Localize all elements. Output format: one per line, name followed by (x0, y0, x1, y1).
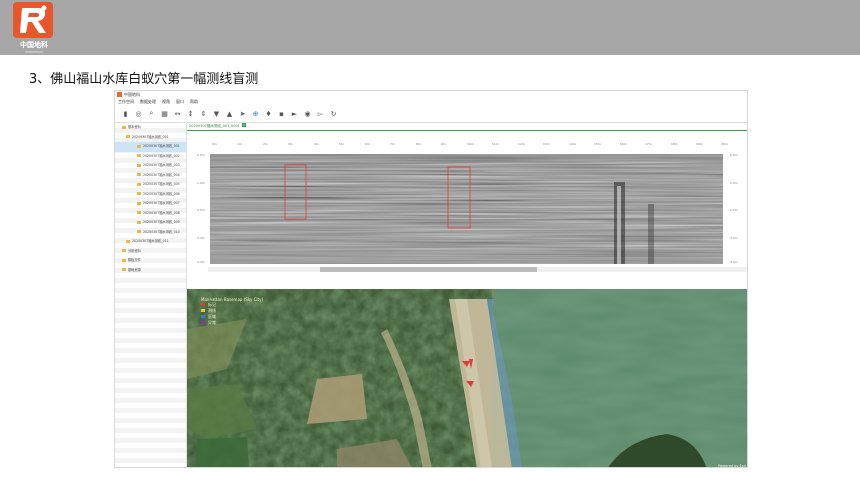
app-icon (117, 92, 122, 97)
project-tree: 基本资料 20200307福水测线_001 20200307福水测线_001 2… (115, 123, 187, 467)
window-title: 中国地科 (124, 92, 140, 97)
y-tick-label-right: 1.0m (730, 181, 738, 185)
x-tick-label: 14m (569, 142, 576, 146)
scrollbar-thumb[interactable] (320, 267, 537, 272)
x-tick-label: 11m (492, 142, 499, 146)
y-tick-label: 3.0m (197, 236, 205, 240)
gpr-radargram[interactable] (210, 154, 723, 264)
x-tick-label: 0m (212, 142, 217, 146)
menu-view[interactable]: 视角 (162, 98, 170, 105)
new-file-icon[interactable]: ▮ (119, 107, 132, 120)
x-tick-label: 4m (314, 142, 319, 146)
triangle-down-icon[interactable]: ▼ (210, 107, 223, 120)
x-tick-label: 18m (671, 142, 678, 146)
x-tick-label: 20m (721, 142, 728, 146)
crosshair-icon[interactable]: ⊕ (249, 107, 262, 120)
satellite-map[interactable]: Manhattan Basemap (Sky City) 标记 测线 区域 异常… (187, 289, 747, 468)
legend-item: 异常 (201, 320, 263, 326)
tab-radar-file[interactable]: 20200307福水测线_001_0001 (189, 124, 240, 128)
toolbar: ▮ ◎ ⌕ ▦ ↔ ↕ ⇕ ▼ ▲ ➤ ⊕ ♦ ▪ ► ◉ ▻ ↻ (115, 105, 747, 123)
y-tick-label-right: 2.0m (730, 208, 738, 212)
y-tick-label-right: 3.0m (730, 236, 738, 240)
x-tick-label: 1m (237, 142, 242, 146)
refresh-icon[interactable]: ↻ (327, 107, 340, 120)
slide-header-bar: 中国地科 ══════════ (0, 0, 860, 55)
pointer-icon[interactable]: ➤ (236, 107, 249, 120)
x-tick-label: 12m (518, 142, 525, 146)
eye-icon[interactable]: ◉ (301, 107, 314, 120)
menu-help[interactable]: 帮助 (190, 98, 198, 105)
tree-item[interactable]: 20200307福水测线_008 (115, 209, 186, 219)
cursor-icon[interactable]: ▻ (314, 107, 327, 120)
app-window: 中国地科 工作空间 数据处理 视角 窗口 帮助 ▮ ◎ ⌕ ▦ ↔ ↕ ⇕ ▼ … (114, 90, 748, 468)
tree-item-templates[interactable]: 模板文件 (115, 256, 186, 266)
y-tick-label-right: 4.0m (730, 260, 738, 264)
tree-item-analysis[interactable]: 分析资料 (115, 247, 186, 257)
tab-bar: 20200307福水测线_001_0001 x (187, 123, 747, 131)
x-tick-label: 7m (390, 142, 395, 146)
marker-icon[interactable]: ♦ (262, 107, 275, 120)
triangle-up-icon[interactable]: ▲ (223, 107, 236, 120)
x-tick-label: 3m (288, 142, 293, 146)
y-tick-label: 1.0m (197, 181, 205, 185)
tree-item-line-001[interactable]: 20200307福水测线_001 (115, 133, 186, 143)
x-tick-label: 13m (543, 142, 550, 146)
y-tick-label: 2.0m (197, 208, 205, 212)
slide-title: 3、佛山福山水库白蚁穴第一幅测线盲测 (29, 72, 259, 87)
x-tick-label: 16m (620, 142, 627, 146)
expand-v-icon[interactable]: ↕ (184, 107, 197, 120)
map-attribution: Powered by Esri (718, 464, 746, 468)
x-tick-label: 15m (594, 142, 601, 146)
capture-icon[interactable]: ◎ (132, 107, 145, 120)
grid-icon[interactable]: ▦ (158, 107, 171, 120)
y-tick-label: 0.0m (197, 153, 205, 157)
company-logo: 中国地科 ══════════ (13, 2, 55, 54)
tree-item-basic[interactable]: 基本资料 (115, 123, 186, 133)
map-legend: Manhattan Basemap (Sky City) 标记 测线 区域 异常 (201, 297, 263, 326)
tree-item-selected[interactable]: 20200307福水测线_001 (115, 142, 186, 152)
tree-item[interactable]: 20200307福水测线_005 (115, 180, 186, 190)
x-tick-label: 17m (645, 142, 652, 146)
radar-profile-panel: 0m 1m 2m 3m 4m 5m 6m 7m 8m 9m 10m 11m 12… (187, 139, 747, 291)
menu-bar: 工作空间 数据处理 视角 窗口 帮助 (115, 98, 747, 105)
satellite-imagery (187, 289, 747, 467)
tree-item-resources[interactable]: 基础资源 (115, 266, 186, 276)
tree-item[interactable]: 20200307福水测线_002 (115, 152, 186, 162)
x-tick-label: 8m (416, 142, 421, 146)
tree-item[interactable]: 20200307福水测线_006 (115, 190, 186, 200)
tree-item[interactable]: 20200307福水测线_004 (115, 171, 186, 181)
menu-workspace[interactable]: 工作空间 (118, 98, 134, 105)
x-tick-label: 6m (365, 142, 370, 146)
window-titlebar: 中国地科 (115, 91, 747, 98)
logo-text: 中国地科 (20, 41, 48, 49)
expand-h-icon[interactable]: ↔ (171, 107, 184, 120)
main-panel: 20200307福水测线_001_0001 x 0m 1m 2m 3m 4m 5… (187, 123, 747, 468)
tab-close-icon[interactable]: x (242, 123, 246, 127)
y-tick-label: 4.0m (197, 260, 205, 264)
delete-icon[interactable]: ▪ (275, 107, 288, 120)
tree-item[interactable]: 20200307福水测线_007 (115, 199, 186, 209)
play-icon[interactable]: ► (288, 107, 301, 120)
x-tick-label: 5m (339, 142, 344, 146)
compress-v-icon[interactable]: ⇕ (197, 107, 210, 120)
tree-item[interactable]: 20200307福水测线_009 (115, 218, 186, 228)
tree-item[interactable]: 20200307福水测线_010 (115, 228, 186, 238)
x-tick-label: 2m (263, 142, 268, 146)
menu-data-processing[interactable]: 数据处理 (140, 98, 156, 105)
x-tick-label: 9m (441, 142, 446, 146)
zoom-icon[interactable]: ⌕ (145, 107, 158, 120)
menu-window[interactable]: 窗口 (176, 98, 184, 105)
x-tick-label: 10m (467, 142, 474, 146)
x-tick-label: 19m (696, 142, 703, 146)
tree-item[interactable]: 20200307福水测线_003 (115, 161, 186, 171)
y-tick-label-right: 0.0m (730, 153, 738, 157)
radar-horizontal-scrollbar[interactable] (208, 267, 747, 272)
tree-item-line-011[interactable]: 20200307福水测线_011 (115, 237, 186, 247)
